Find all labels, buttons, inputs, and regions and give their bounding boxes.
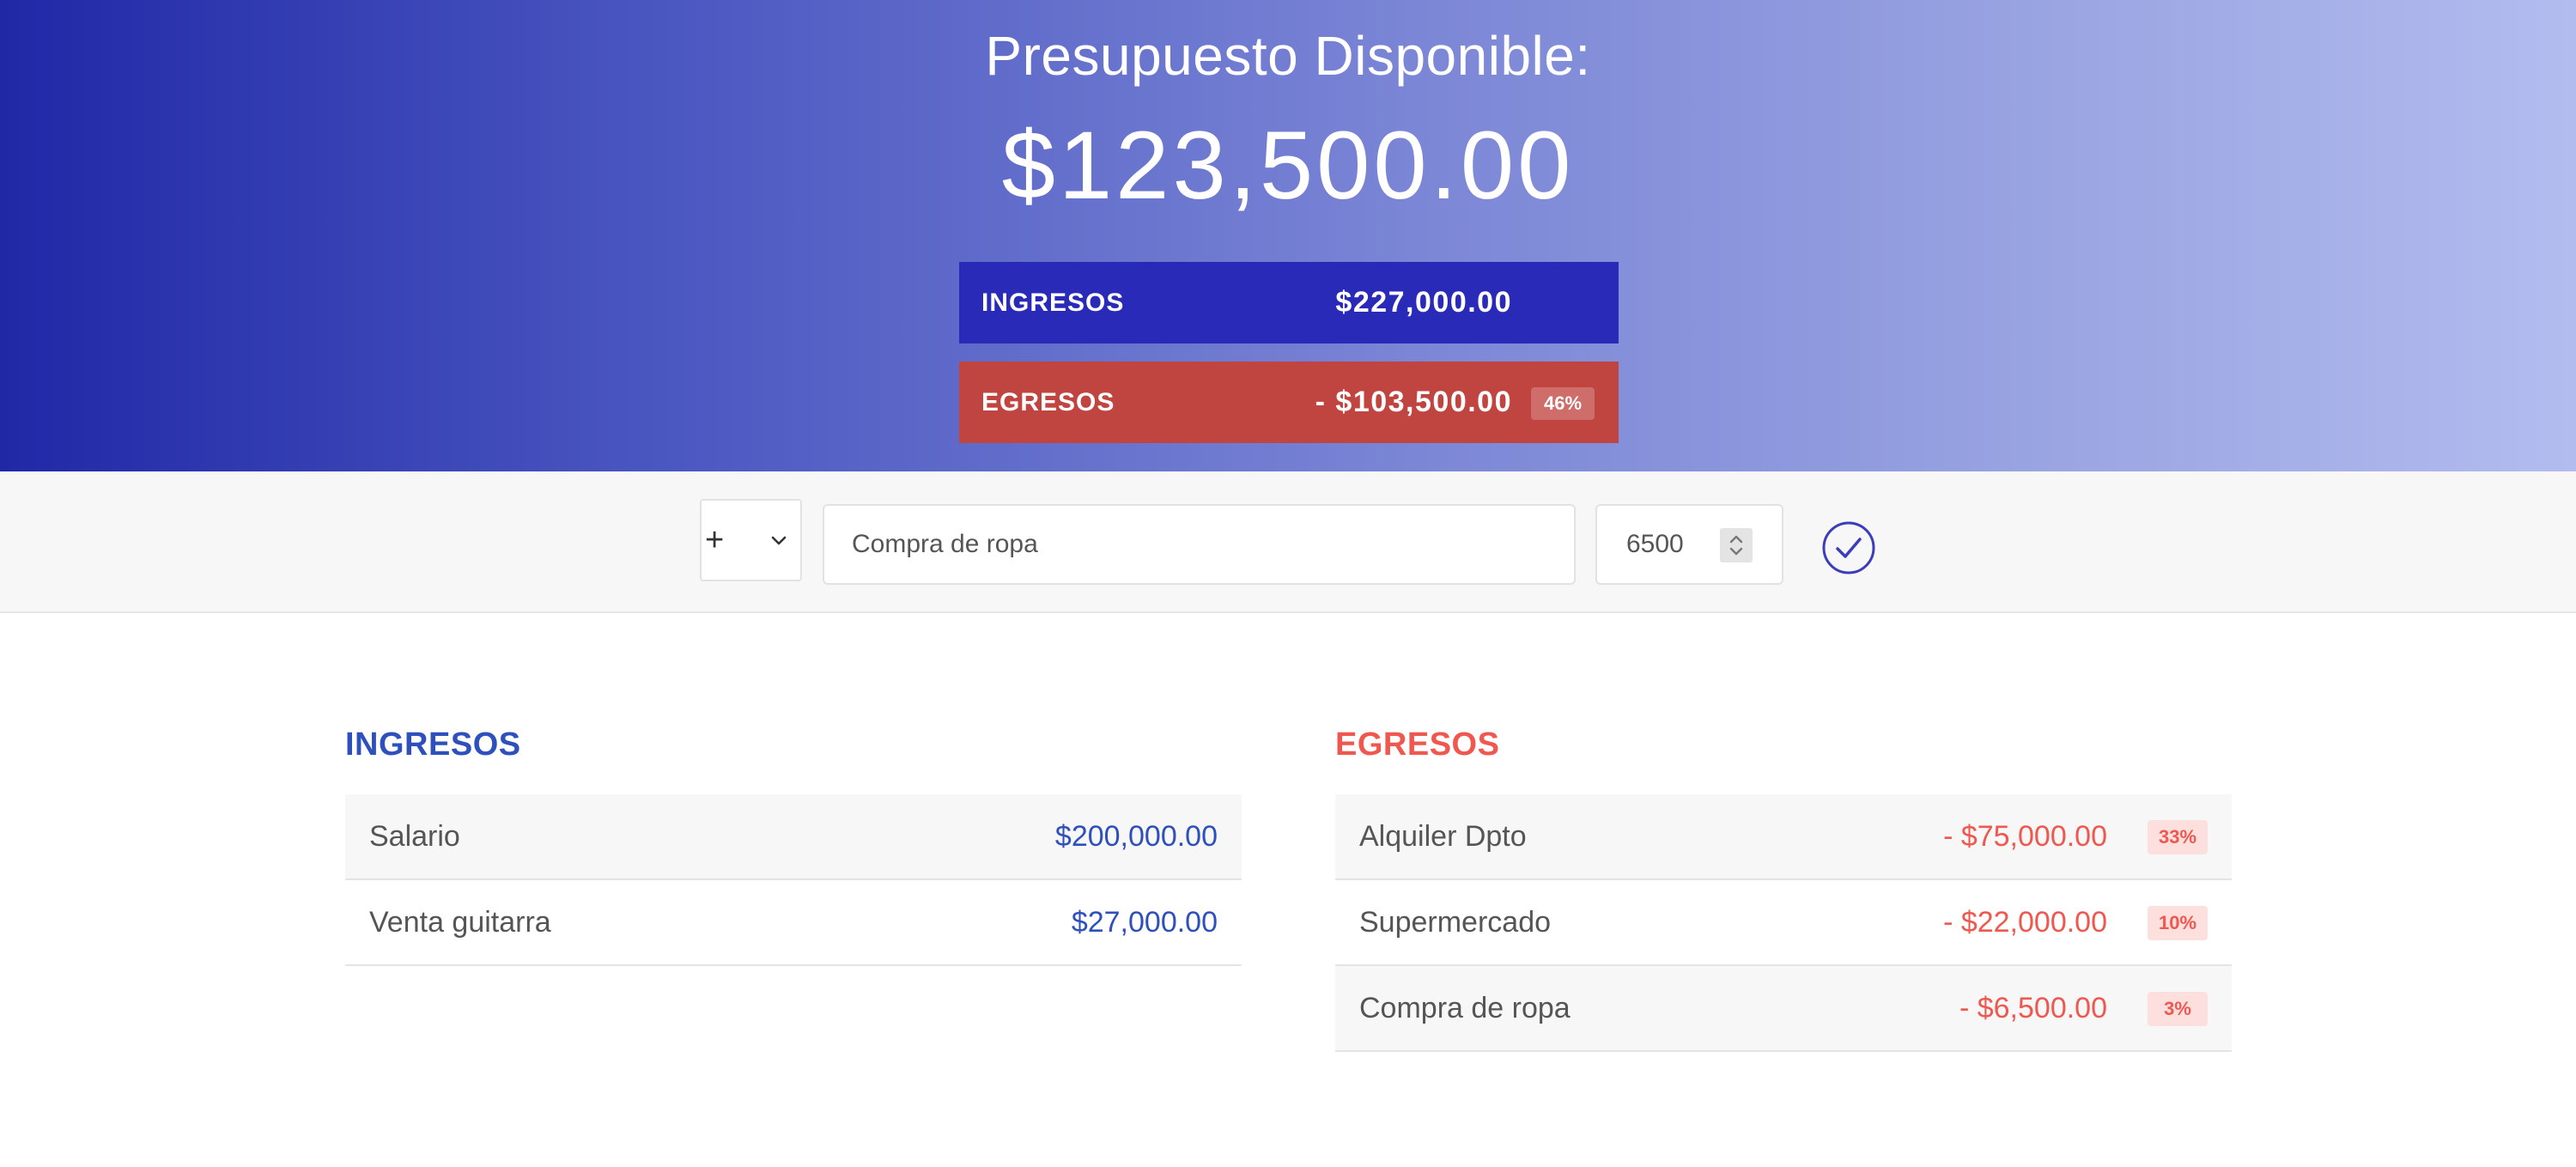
number-stepper[interactable] (1720, 528, 1753, 562)
item-value: $27,000.00 (1071, 906, 1218, 939)
list-item[interactable]: Supermercado - $22,000.00 10% (1335, 880, 2232, 966)
expense-summary-value: - $103,500.00 (1315, 386, 1512, 418)
expense-list-title: EGRESOS (1335, 726, 1500, 763)
description-input[interactable] (823, 504, 1576, 585)
income-summary: INGRESOS $227,000.00 (959, 262, 1619, 343)
income-list-title: INGRESOS (345, 726, 521, 763)
item-description: Alquiler Dpto (1359, 820, 1527, 853)
item-value: - $22,000.00 (1943, 906, 2107, 939)
expense-percentage-badge: 46% (1531, 387, 1595, 420)
expense-summary: EGRESOS - $103,500.00 46% (959, 362, 1619, 443)
expense-summary-label: EGRESOS (981, 388, 1115, 416)
percentage-badge: 33% (2148, 820, 2208, 854)
item-description: Salario (369, 820, 460, 853)
chevron-down-icon (771, 536, 787, 545)
add-item-bar: + 6500 (0, 471, 2576, 613)
income-summary-label: INGRESOS (981, 289, 1125, 317)
percentage-badge: 10% (2148, 906, 2208, 940)
item-description: Venta guitarra (369, 906, 551, 939)
list-item[interactable]: Compra de ropa - $6,500.00 3% (1335, 966, 2232, 1052)
type-select-value: + (705, 522, 725, 558)
page-title: Presupuesto Disponible: (985, 25, 1591, 87)
item-description: Compra de ropa (1359, 992, 1571, 1024)
budget-header: Presupuesto Disponible: $123,500.00 INGR… (0, 0, 2576, 471)
amount-input-value: 6500 (1626, 530, 1684, 558)
item-value: - $75,000.00 (1943, 820, 2107, 853)
amount-input[interactable]: 6500 (1595, 504, 1783, 585)
type-select[interactable]: + (700, 499, 802, 581)
check-circle-icon[interactable] (1821, 520, 1876, 575)
available-budget-value: $123,500.00 (1001, 112, 1575, 219)
percentage-badge: 3% (2148, 992, 2208, 1026)
list-item[interactable]: Salario $200,000.00 (345, 794, 1242, 880)
stepper-arrows-icon (1729, 535, 1743, 556)
list-item[interactable]: Alquiler Dpto - $75,000.00 33% (1335, 794, 2232, 880)
expense-list: EGRESOS Alquiler Dpto - $75,000.00 33% S… (1335, 717, 2232, 1052)
item-description: Supermercado (1359, 906, 1552, 939)
item-value: $200,000.00 (1054, 820, 1218, 853)
list-item[interactable]: Venta guitarra $27,000.00 (345, 880, 1242, 966)
item-value: - $6,500.00 (1959, 992, 2107, 1024)
income-list: INGRESOS Salario $200,000.00 Venta guita… (345, 717, 1242, 966)
income-summary-value: $227,000.00 (1335, 286, 1512, 319)
